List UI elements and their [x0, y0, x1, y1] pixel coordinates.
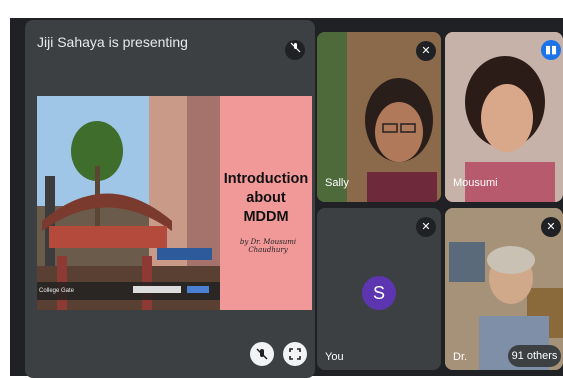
- participant-name: Sally: [325, 177, 349, 189]
- slide-heading-line2: about: [246, 190, 286, 206]
- participant-name: Mousumi: [453, 177, 498, 189]
- avatar: S: [362, 276, 396, 310]
- college-gate-photo: College Gate: [37, 96, 220, 310]
- participant-name: You: [325, 351, 344, 363]
- slide-heading: Introduction about MDDM: [220, 170, 312, 227]
- participant-tile-sally[interactable]: ✕ Sally: [317, 32, 441, 202]
- slide-caption: College Gate: [39, 288, 75, 294]
- others-count-button[interactable]: 91 others: [508, 345, 561, 367]
- speaking-indicator-icon: ▮▮: [541, 40, 561, 60]
- fullscreen-icon: [289, 348, 301, 360]
- mic-off-icon: ✕: [416, 41, 436, 61]
- slide-heading-line3: MDDM: [243, 209, 289, 225]
- participant-name: Dr.: [453, 351, 468, 363]
- participant-tile-you[interactable]: ✕ S You: [317, 208, 441, 370]
- shared-slide: College Gate Introduction about MDDM by …: [37, 96, 312, 310]
- fullscreen-button[interactable]: [283, 342, 307, 366]
- mic-off-icon: [256, 348, 268, 360]
- mic-off-icon: [285, 40, 305, 60]
- slide-heading-line1: Introduction: [223, 171, 309, 187]
- participant-tile-mousumi[interactable]: ▮▮ Mousumi: [445, 32, 563, 202]
- slide-byline: by Dr. Mousumi Chaudhury: [239, 238, 297, 254]
- mic-off-icon: ✕: [541, 217, 561, 237]
- slide-title-panel: Introduction about MDDM by Dr. Mousumi C…: [220, 96, 312, 310]
- mute-presentation-button[interactable]: [250, 342, 274, 366]
- mic-off-icon: ✕: [416, 217, 436, 237]
- presenter-banner: Jiji Sahaya is presenting: [37, 34, 188, 50]
